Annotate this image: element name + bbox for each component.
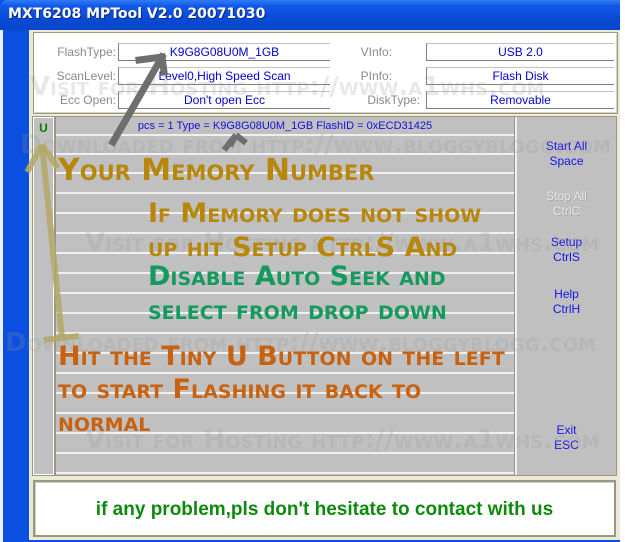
- list-row[interactable]: [56, 455, 514, 474]
- annotation-line: If Memory does not show: [148, 198, 482, 229]
- stop-all-shortcut: CtrlC: [552, 204, 581, 218]
- annotation-line: to start Flashing it back to: [58, 374, 422, 405]
- background-strip-right: [620, 0, 625, 542]
- help-button[interactable]: Help CtrlH: [517, 287, 616, 317]
- annotation-line: normal: [58, 407, 151, 438]
- annotation-disable-auto-seek: Disable Auto Seek and select from drop d…: [148, 260, 447, 328]
- stop-all-label: Stop All: [546, 189, 587, 203]
- annotation-line: Disable Auto Seek and: [148, 261, 446, 292]
- help-shortcut: CtrlH: [552, 302, 581, 316]
- title-bar[interactable]: MXT6208 MPTool V2.0 20071030: [0, 0, 625, 30]
- flash-type-field[interactable]: K9G8G08U0M_1GB: [118, 43, 330, 61]
- annotation-u-button: Hit the Tiny U Button on the left to sta…: [58, 340, 505, 439]
- annotation-memory-help: If Memory does not show up hit Setup Ctr…: [148, 197, 481, 265]
- watermark: Visit for Hosting http://www.a1whs.com: [30, 72, 545, 102]
- stop-all-button[interactable]: Stop All CtrlC: [517, 189, 616, 219]
- flash-type-label: FlashType:: [57, 45, 116, 59]
- u-column: U: [32, 116, 55, 476]
- annotation-line: select from drop down: [148, 295, 447, 326]
- help-label: Help: [554, 287, 579, 301]
- vinfo-field: USB 2.0: [426, 43, 614, 61]
- status-panel: if any problem,pls don't hesitate to con…: [33, 480, 616, 537]
- side-button-panel: Start All Space Stop All CtrlC Setup Ctr…: [514, 116, 617, 476]
- annotation-line: Hit the Tiny U Button on the left: [58, 341, 505, 372]
- annotation-memory-number: Your Memory Number: [58, 153, 375, 188]
- status-message: if any problem,pls don't hesitate to con…: [95, 499, 554, 520]
- window-title: MXT6208 MPTool V2.0 20071030: [8, 6, 266, 22]
- background-strip-left: [0, 30, 3, 542]
- vinfo-label: VInfo:: [360, 45, 392, 59]
